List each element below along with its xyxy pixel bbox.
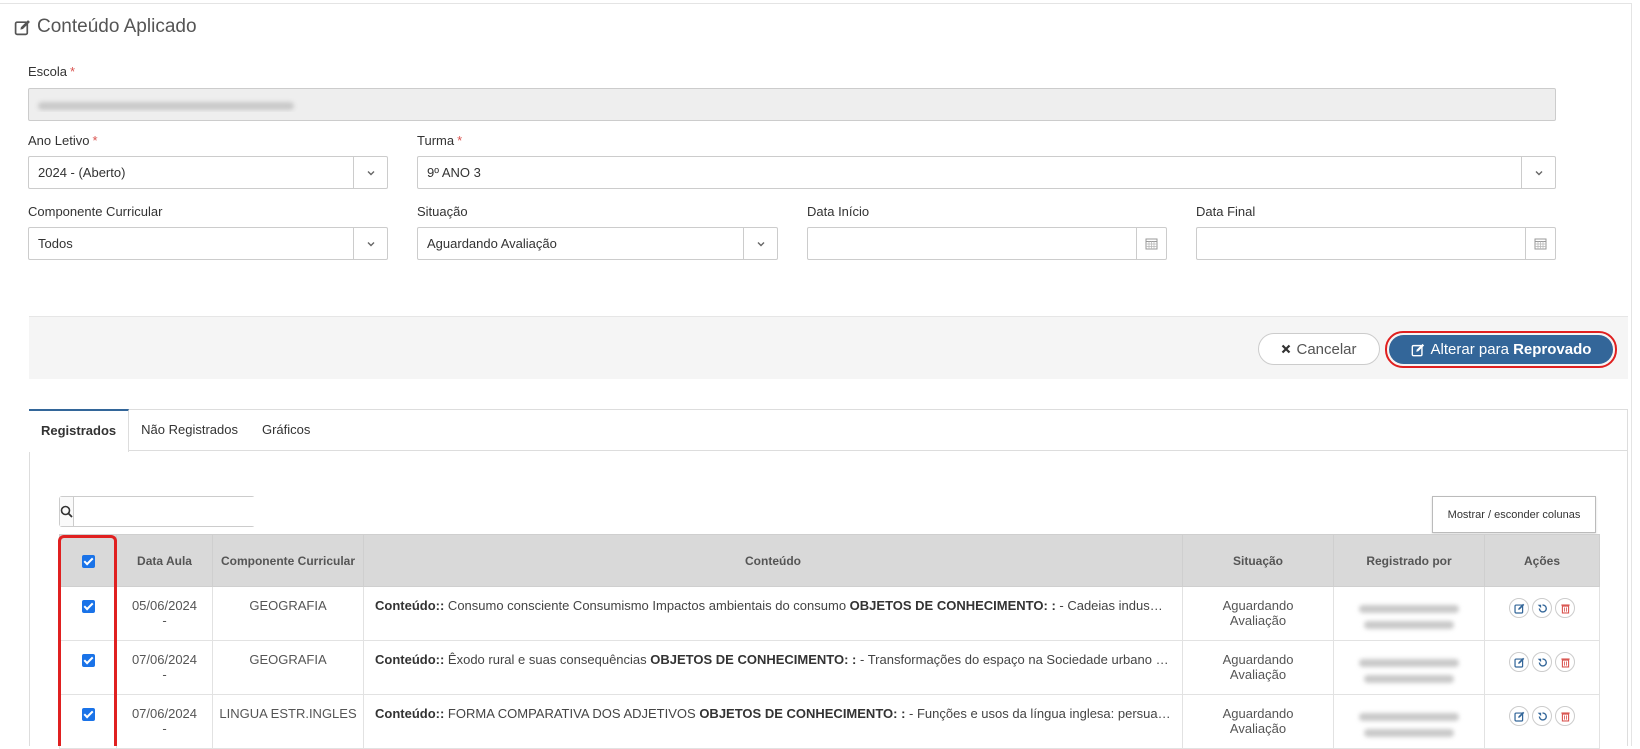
data-inicio-input[interactable]	[807, 227, 1167, 260]
tab-nao-registrados[interactable]: Não Registrados	[129, 409, 250, 451]
toggle-columns-button[interactable]: Mostrar / esconder colunas	[1432, 496, 1596, 533]
registrado-por-cell	[1333, 586, 1485, 641]
registrado-por-cell	[1333, 694, 1485, 749]
componente-cell: LINGUA ESTR.INGLES	[212, 694, 364, 749]
row-checkbox[interactable]	[81, 708, 95, 722]
data-inicio-label: Data Início	[807, 204, 870, 219]
chevron-down-icon[interactable]	[353, 228, 387, 259]
undo-icon[interactable]	[1532, 652, 1552, 672]
data-final-label: Data Final	[1196, 204, 1256, 219]
turma-select[interactable]: 9º ANO 3	[417, 156, 1556, 189]
componente-cell: GEOGRAFIA	[212, 640, 364, 695]
acoes-cell	[1484, 694, 1600, 749]
table-row: 05/06/2024- GEOGRAFIA Conteúdo:: Consumo…	[59, 586, 1600, 641]
escola-value-redacted	[38, 101, 294, 110]
acoes-cell	[1484, 640, 1600, 695]
header-acoes: Ações	[1484, 534, 1600, 587]
edit-icon	[14, 19, 30, 35]
select-all-checkbox[interactable]	[81, 554, 95, 568]
row-select-cell	[59, 586, 117, 641]
edit-icon[interactable]	[1509, 652, 1529, 672]
componente-select[interactable]: Todos	[28, 227, 388, 260]
trash-icon[interactable]	[1555, 652, 1575, 672]
tab-strip: Registrados Não Registrados Gráficos	[29, 409, 1628, 452]
trash-icon[interactable]	[1555, 598, 1575, 618]
date-cell: 07/06/2024-	[116, 694, 213, 749]
situacao-cell: Aguardando Avaliação	[1182, 694, 1334, 749]
edit-icon	[1411, 343, 1424, 356]
row-select-cell	[59, 694, 117, 749]
date-cell: 07/06/2024-	[116, 640, 213, 695]
trash-icon[interactable]	[1555, 706, 1575, 726]
undo-icon[interactable]	[1532, 706, 1552, 726]
ano-letivo-label: Ano Letivo *	[28, 133, 98, 148]
conteudo-table: Data Aula Componente Curricular Conteúdo…	[59, 534, 1600, 749]
conteudo-cell: Conteúdo:: Consumo consciente Consumismo…	[363, 586, 1183, 641]
page-title: Conteúdo Aplicado	[14, 16, 197, 38]
calendar-icon[interactable]	[1136, 228, 1166, 259]
componente-cell: GEOGRAFIA	[212, 586, 364, 641]
header-registrado-por[interactable]: Registrado por	[1333, 534, 1485, 587]
turma-label: Turma *	[417, 133, 463, 148]
alterar-para-reprovado-button[interactable]: Alterar para Reprovado	[1389, 335, 1613, 364]
situacao-select[interactable]: Aguardando Avaliação	[417, 227, 778, 260]
header-componente[interactable]: Componente Curricular	[212, 534, 364, 587]
table-search-input[interactable]	[74, 497, 262, 526]
select-all-cell	[59, 534, 117, 587]
edit-icon[interactable]	[1509, 598, 1529, 618]
ano-letivo-select[interactable]: 2024 - (Aberto)	[28, 156, 388, 189]
row-checkbox[interactable]	[81, 600, 95, 614]
acoes-cell	[1484, 586, 1600, 641]
table-search-group	[59, 496, 262, 527]
situacao-label: Situação	[417, 204, 468, 219]
registrado-por-cell	[1333, 640, 1485, 695]
tab-registrados[interactable]: Registrados	[29, 409, 130, 452]
table-row: 07/06/2024- GEOGRAFIA Conteúdo:: Êxodo r…	[59, 640, 1600, 695]
calendar-icon[interactable]	[1525, 228, 1555, 259]
chevron-down-icon[interactable]	[1521, 157, 1555, 188]
header-data-aula[interactable]: Data Aula	[116, 534, 213, 587]
primary-button-highlight: Alterar para Reprovado	[1385, 331, 1617, 368]
escola-label: Escola *	[28, 64, 76, 79]
table-row: 07/06/2024- LINGUA ESTR.INGLES Conteúdo:…	[59, 694, 1600, 749]
tab-graficos[interactable]: Gráficos	[250, 409, 322, 451]
data-final-input[interactable]	[1196, 227, 1556, 260]
row-checkbox[interactable]	[81, 654, 95, 668]
conteudo-cell: Conteúdo:: FORMA COMPARATIVA DOS ADJETIV…	[363, 694, 1183, 749]
componente-label: Componente Curricular	[28, 204, 163, 219]
table-header-row: Data Aula Componente Curricular Conteúdo…	[59, 534, 1600, 587]
chevron-down-icon[interactable]	[353, 157, 387, 188]
header-situacao[interactable]: Situação	[1182, 534, 1334, 587]
situacao-cell: Aguardando Avaliação	[1182, 586, 1334, 641]
close-icon	[1282, 344, 1291, 354]
chevron-down-icon[interactable]	[743, 228, 777, 259]
date-cell: 05/06/2024-	[116, 586, 213, 641]
search-icon[interactable]	[60, 497, 74, 526]
edit-icon[interactable]	[1509, 706, 1529, 726]
undo-icon[interactable]	[1532, 598, 1552, 618]
escola-field[interactable]	[28, 88, 1556, 121]
row-select-cell	[59, 640, 117, 695]
cancel-button[interactable]: Cancelar	[1258, 333, 1380, 365]
header-conteudo[interactable]: Conteúdo	[363, 534, 1183, 587]
conteudo-cell: Conteúdo:: Êxodo rural e suas consequênc…	[363, 640, 1183, 695]
situacao-cell: Aguardando Avaliação	[1182, 640, 1334, 695]
page-title-text: Conteúdo Aplicado	[37, 16, 197, 37]
